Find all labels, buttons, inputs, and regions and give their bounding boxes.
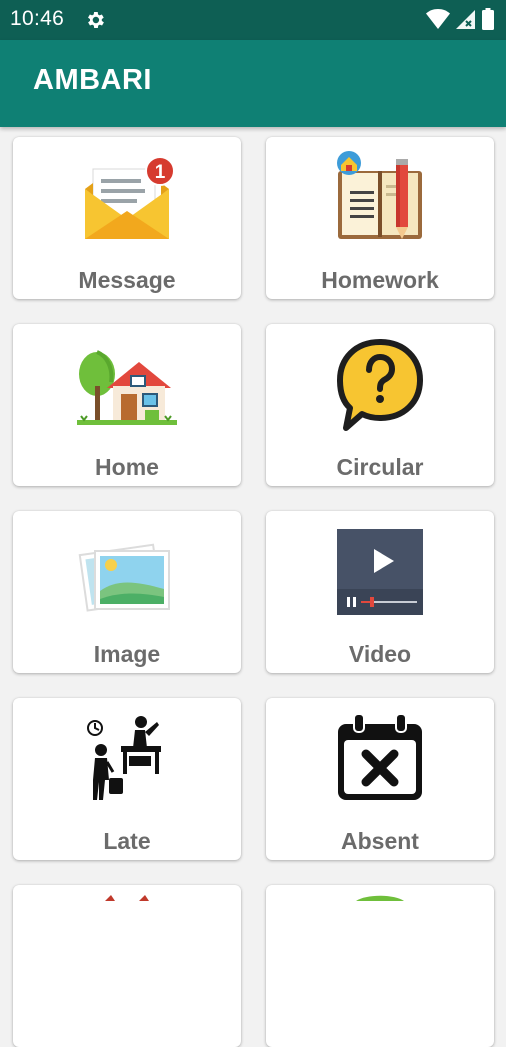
partial-icon: [356, 895, 404, 901]
video-player-icon: [337, 529, 423, 615]
menu-card-homework[interactable]: Homework: [266, 137, 494, 299]
settings-gear-icon: [88, 12, 104, 28]
status-bar: 10:46: [0, 0, 506, 40]
partial-icon: [105, 895, 149, 901]
menu-card-circular[interactable]: Circular: [266, 324, 494, 486]
battery-icon: [482, 8, 494, 30]
menu-card-partial-right[interactable]: [266, 885, 494, 1047]
app-title: AMBARI: [33, 64, 152, 96]
menu-card-message[interactable]: 1 Message: [13, 137, 241, 299]
menu-card-image[interactable]: Image: [13, 511, 241, 673]
menu-card-video[interactable]: Video: [266, 511, 494, 673]
envelope-notification-icon: 1: [85, 156, 175, 239]
wifi-icon: [426, 9, 450, 29]
menu-label-homework: Homework: [321, 267, 439, 293]
menu-label-absent: Absent: [341, 828, 419, 854]
menu-label-home: Home: [95, 454, 159, 480]
menu-card-home[interactable]: Home: [13, 324, 241, 486]
menu-label-video: Video: [348, 641, 412, 667]
menu-card-absent[interactable]: Absent: [266, 698, 494, 860]
menu-card-late[interactable]: Late: [13, 698, 241, 860]
cell-signal-icon: [456, 10, 475, 29]
message-badge-count: 1: [155, 162, 166, 183]
menu-label-message: Message: [78, 267, 176, 293]
calendar-x-icon: [338, 713, 422, 800]
app-bar: AMBARI: [0, 40, 506, 127]
house-icon: [77, 350, 177, 425]
photo-icon: [78, 543, 170, 612]
menu-label-late: Late: [103, 828, 151, 854]
late-arrival-icon: [87, 716, 161, 800]
status-time: 10:46: [10, 7, 65, 30]
question-bubble-icon: [337, 339, 423, 431]
menu-label-image: Image: [93, 641, 161, 667]
book-pencil-icon: [337, 151, 422, 239]
menu-card-partial-left[interactable]: [13, 885, 241, 1047]
menu-label-circular: Circular: [336, 454, 424, 480]
